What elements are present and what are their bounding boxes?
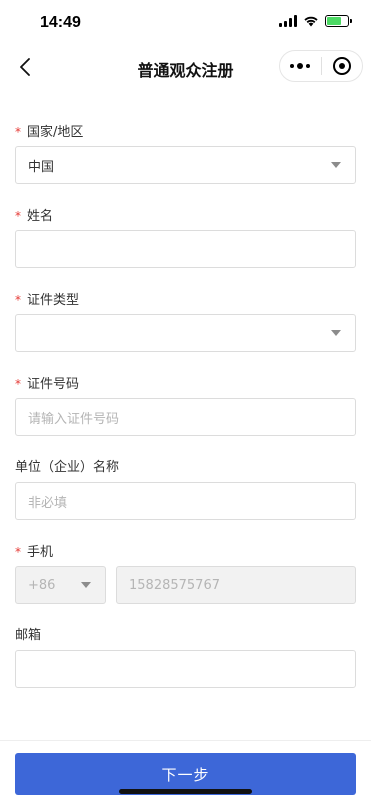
company-placeholder: 非必填 — [28, 495, 68, 511]
required-mark: * — [15, 293, 21, 307]
status-icons — [279, 15, 352, 27]
name-field: * 姓名 — [15, 202, 356, 286]
phone-input[interactable]: 15828575767 — [116, 566, 356, 604]
dropdown-caret-icon — [331, 162, 341, 168]
required-mark: * — [15, 377, 21, 391]
id-type-select[interactable] — [15, 314, 356, 352]
name-input[interactable] — [15, 230, 356, 268]
mini-program-capsule — [279, 50, 363, 82]
battery-icon — [325, 15, 352, 27]
required-mark: * — [15, 209, 21, 223]
dropdown-caret-icon — [81, 582, 91, 588]
id-number-placeholder: 请输入证件号码 — [28, 411, 120, 427]
home-indicator — [119, 789, 252, 794]
target-icon — [332, 57, 351, 75]
phone-label: * 手机 — [15, 545, 54, 560]
phone-row: +86 15828575767 — [15, 566, 356, 604]
registration-form: * 国家/地区 中国 * 姓名 * 证件类型 * 证件号码 请输入证件号码 单位… — [15, 118, 356, 706]
nav-bar: 普通观众注册 — [0, 48, 371, 86]
name-label: * 姓名 — [15, 209, 54, 224]
id-number-field: * 证件号码 请输入证件号码 — [15, 370, 356, 454]
country-field: * 国家/地区 中国 — [15, 118, 356, 202]
more-dots-icon — [290, 63, 311, 69]
email-label: 邮箱 — [15, 628, 42, 643]
wifi-icon — [304, 16, 318, 27]
company-field: 单位（企业）名称 非必填 — [15, 454, 356, 538]
phone-number-value: 15828575767 — [129, 577, 220, 593]
more-button[interactable] — [280, 51, 321, 81]
close-miniprogram-button[interactable] — [322, 51, 363, 81]
status-time: 14:49 — [40, 14, 81, 31]
company-label: 单位（企业）名称 — [15, 460, 120, 475]
dropdown-caret-icon — [331, 330, 341, 336]
country-select[interactable]: 中国 — [15, 146, 356, 184]
country-code-select[interactable]: +86 — [15, 566, 106, 604]
required-mark: * — [15, 125, 21, 139]
country-label: * 国家/地区 — [15, 125, 84, 140]
status-bar: 14:49 — [0, 0, 371, 48]
email-input[interactable] — [15, 650, 356, 688]
phone-field: * 手机 +86 15828575767 — [15, 538, 356, 622]
id-type-label: * 证件类型 — [15, 293, 80, 308]
id-type-field: * 证件类型 — [15, 286, 356, 370]
email-field: 邮箱 — [15, 622, 356, 706]
id-number-label: * 证件号码 — [15, 377, 80, 392]
country-value: 中国 — [28, 159, 55, 175]
company-input[interactable]: 非必填 — [15, 482, 356, 520]
country-code-value: +86 — [28, 577, 56, 593]
id-number-input[interactable]: 请输入证件号码 — [15, 398, 356, 436]
cellular-signal-icon — [279, 15, 297, 27]
required-mark: * — [15, 545, 21, 559]
